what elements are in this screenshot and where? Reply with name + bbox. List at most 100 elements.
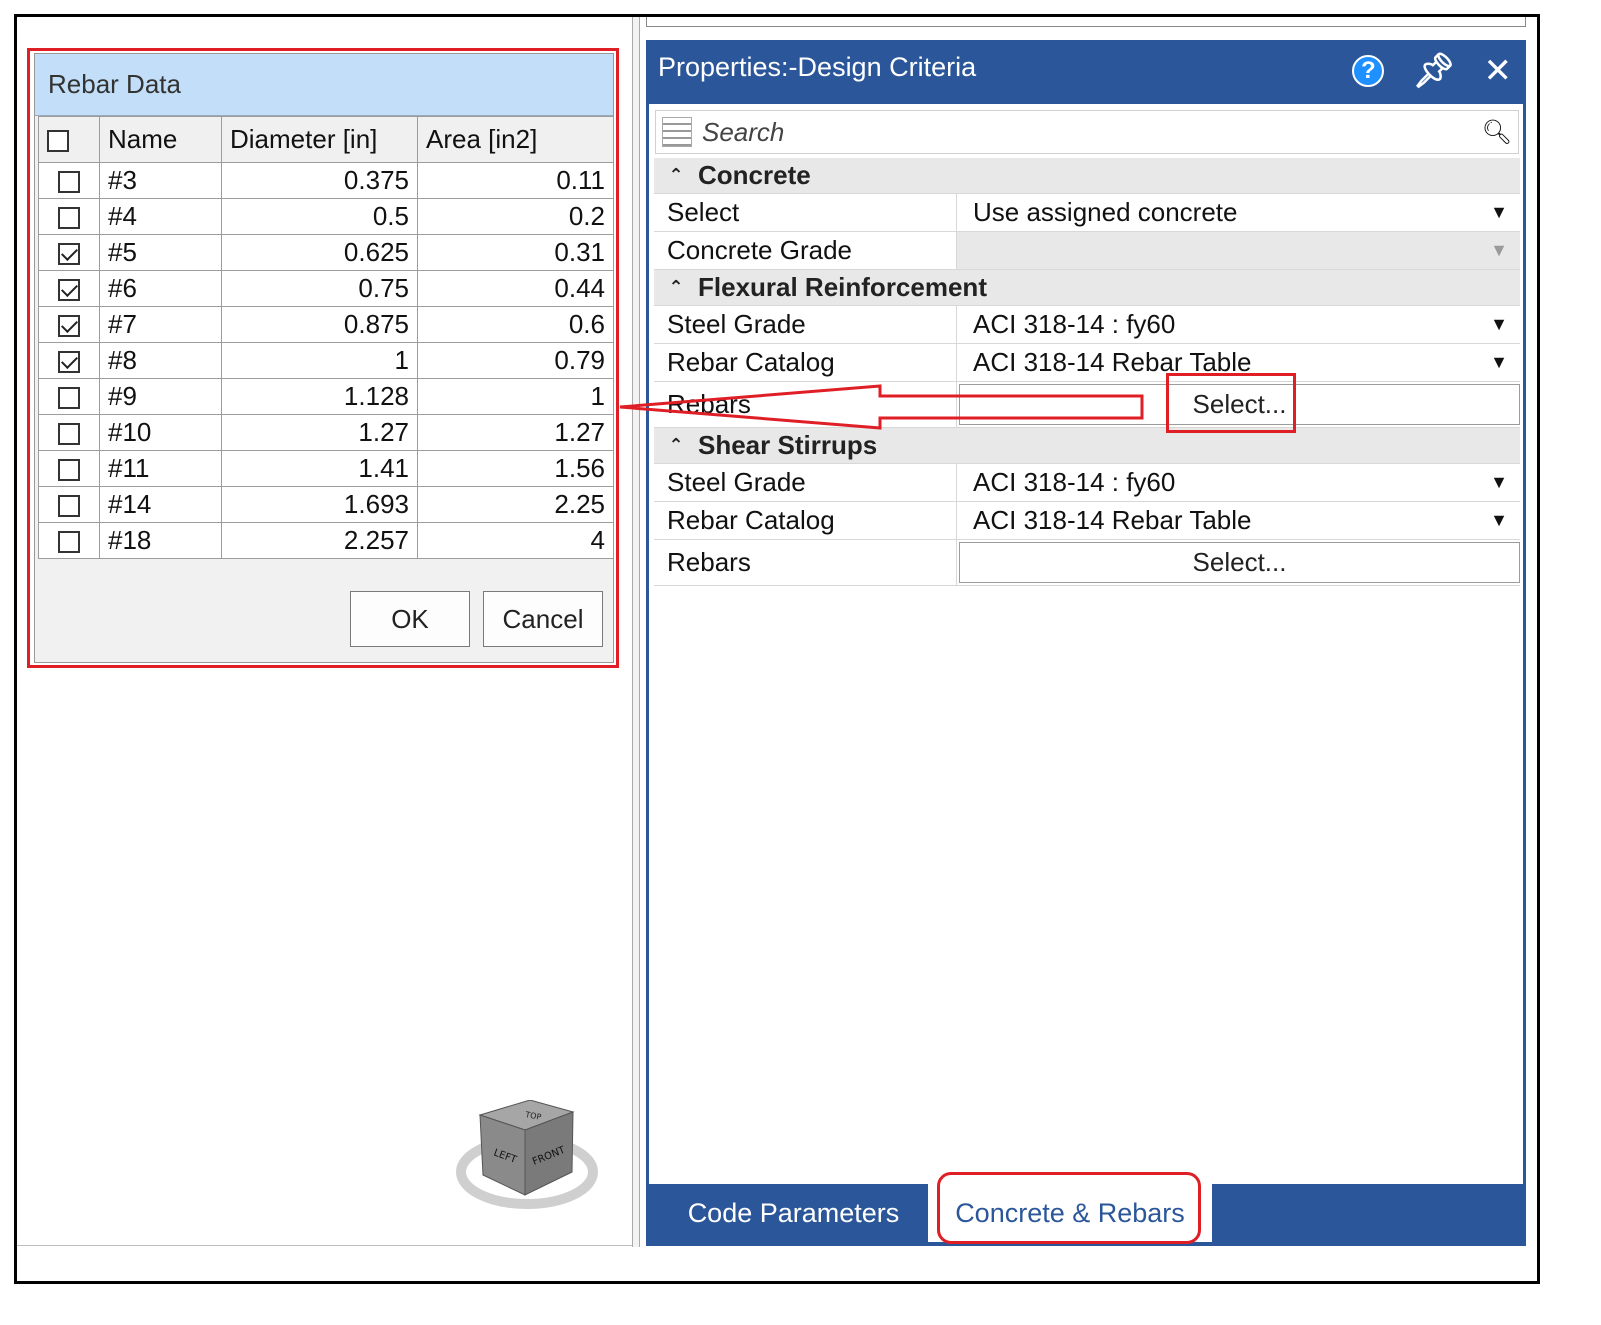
search-input[interactable]: Search	[702, 117, 1482, 148]
property-name: Rebar Catalog	[654, 502, 957, 539]
row-checkbox[interactable]	[58, 207, 80, 230]
chevron-up-icon[interactable]: ⌃	[654, 277, 698, 298]
table-row[interactable]: #18 2.257 4	[38, 522, 614, 559]
cell-area: 1	[417, 378, 614, 415]
cell-name: #8	[99, 342, 222, 379]
search-icon[interactable]: 🔍︎	[1482, 118, 1512, 147]
cell-area: 0.79	[417, 342, 614, 379]
property-name: Steel Grade	[654, 306, 957, 343]
cell-name: #3	[99, 162, 222, 199]
property-row-rebar-catalog: Rebar Catalog ACI 318-14 Rebar Table ▼	[654, 344, 1520, 382]
dialog-buttons: OK Cancel	[350, 591, 603, 647]
cell-area: 0.11	[417, 162, 614, 199]
cell-name: #6	[99, 270, 222, 307]
cell-area: 0.2	[417, 198, 614, 235]
select-all-checkbox[interactable]	[47, 130, 69, 153]
search-bar: Search 🔍︎	[655, 110, 1519, 154]
property-value: Use assigned concrete	[973, 197, 1238, 227]
steel-grade-dropdown[interactable]: ACI 318-14 : fy60 ▼	[957, 306, 1520, 343]
table-row[interactable]: #14 1.693 2.25	[38, 486, 614, 523]
table-row[interactable]: #3 0.375 0.11	[38, 162, 614, 199]
dropdown-arrow-icon[interactable]: ▼	[1490, 202, 1508, 223]
row-checkbox-cell	[38, 522, 100, 559]
rebar-data-dialog: Rebar Data Name Diameter [in] Area [in2]…	[34, 53, 614, 663]
table-row[interactable]: #5 0.625 0.31	[38, 234, 614, 271]
dropdown-arrow-icon[interactable]: ▼	[1490, 352, 1508, 373]
table-row[interactable]: #7 0.875 0.6	[38, 306, 614, 343]
panel-tabs: Code Parameters Concrete & Rebars	[646, 1184, 1526, 1246]
property-name: Rebars	[654, 540, 957, 585]
cell-area: 1.56	[417, 450, 614, 487]
cell-name: #5	[99, 234, 222, 271]
row-checkbox[interactable]	[58, 531, 80, 554]
property-name: Concrete Grade	[654, 232, 957, 269]
property-row-steel-grade: Steel Grade ACI 318-14 : fy60 ▼	[654, 464, 1520, 502]
row-checkbox[interactable]	[58, 423, 80, 446]
category-concrete[interactable]: ⌃ Concrete	[654, 158, 1520, 194]
concrete-select-dropdown[interactable]: Use assigned concrete ▼	[957, 194, 1520, 231]
shear-steel-grade-dropdown[interactable]: ACI 318-14 : fy60 ▼	[957, 464, 1520, 501]
property-grid: ⌃ Concrete Select Use assigned concrete …	[654, 158, 1520, 586]
cell-name: #9	[99, 378, 222, 415]
row-checkbox-cell	[38, 162, 100, 199]
property-value: ACI 318-14 : fy60	[973, 467, 1176, 497]
row-checkbox[interactable]	[58, 351, 80, 374]
help-icon[interactable]: ?	[1352, 55, 1385, 87]
rebar-catalog-dropdown[interactable]: ACI 318-14 Rebar Table ▼	[957, 344, 1520, 381]
property-row-select: Select Use assigned concrete ▼	[654, 194, 1520, 232]
table-row[interactable]: #9 1.128 1	[38, 378, 614, 415]
table-row[interactable]: #11 1.41 1.56	[38, 450, 614, 487]
cell-area: 2.25	[417, 486, 614, 523]
cell-diameter: 0.5	[221, 198, 418, 235]
cell-diameter: 1.693	[221, 486, 418, 523]
dropdown-arrow-icon[interactable]: ▼	[1490, 472, 1508, 493]
list-view-icon[interactable]	[662, 117, 692, 147]
property-row-concrete-grade: Concrete Grade ▼	[654, 232, 1520, 270]
chevron-up-icon[interactable]: ⌃	[654, 165, 698, 186]
column-header-name[interactable]: Name	[99, 116, 222, 163]
column-header-area[interactable]: Area [in2]	[417, 116, 614, 163]
row-checkbox[interactable]	[58, 387, 80, 410]
table-row[interactable]: #8 1 0.79	[38, 342, 614, 379]
row-checkbox[interactable]	[58, 495, 80, 518]
rebar-table: Name Diameter [in] Area [in2] #3 0.375 0.1…	[38, 116, 614, 559]
cell-diameter: 0.375	[221, 162, 418, 199]
rebar-table-body: #3 0.375 0.11 #4 0.5 0.2 #5 0.625 0.31 #6 0.75 0.44…	[38, 162, 614, 559]
property-name: Select	[654, 194, 957, 231]
category-shear-stirrups[interactable]: ⌃ Shear Stirrups	[654, 428, 1520, 464]
row-checkbox-cell	[38, 378, 100, 415]
column-header-diameter[interactable]: Diameter [in]	[221, 116, 418, 163]
row-checkbox[interactable]	[58, 315, 80, 338]
flexural-rebars-select-button[interactable]: Select...	[959, 384, 1520, 425]
viewcube-icon[interactable]: TOP LEFT FRONT	[455, 1100, 600, 1215]
row-checkbox[interactable]	[58, 243, 80, 266]
view-bottom-border	[17, 1245, 635, 1246]
cell-area: 0.31	[417, 234, 614, 271]
cell-diameter: 1	[221, 342, 418, 379]
row-checkbox[interactable]	[58, 459, 80, 482]
ok-button[interactable]: OK	[350, 591, 470, 647]
category-flexural-reinforcement[interactable]: ⌃ Flexural Reinforcement	[654, 270, 1520, 306]
shear-rebar-catalog-dropdown[interactable]: ACI 318-14 Rebar Table ▼	[957, 502, 1520, 539]
table-row[interactable]: #6 0.75 0.44	[38, 270, 614, 307]
cancel-button[interactable]: Cancel	[483, 591, 603, 647]
shear-rebars-select-button[interactable]: Select...	[959, 542, 1520, 583]
cell-area: 4	[417, 522, 614, 559]
property-grid-container: Search 🔍︎ ⌃ Concrete Select Use assigned…	[649, 104, 1523, 1184]
pane-splitter[interactable]	[632, 17, 640, 1247]
close-icon[interactable]: ✕	[1484, 54, 1513, 88]
pin-icon[interactable]: 📌︎	[1412, 54, 1455, 88]
dropdown-arrow-icon[interactable]: ▼	[1490, 314, 1508, 335]
table-row[interactable]: #10 1.27 1.27	[38, 414, 614, 451]
row-checkbox-cell	[38, 234, 100, 271]
tab-concrete-rebars[interactable]: Concrete & Rebars	[928, 1184, 1212, 1242]
table-row[interactable]: #4 0.5 0.2	[38, 198, 614, 235]
property-row-rebar-catalog: Rebar Catalog ACI 318-14 Rebar Table ▼	[654, 502, 1520, 540]
row-checkbox[interactable]	[58, 171, 80, 194]
cell-area: 0.44	[417, 270, 614, 307]
cell-diameter: 0.625	[221, 234, 418, 271]
tab-code-parameters[interactable]: Code Parameters	[666, 1184, 921, 1242]
chevron-up-icon[interactable]: ⌃	[654, 435, 698, 456]
row-checkbox[interactable]	[58, 279, 80, 302]
dropdown-arrow-icon[interactable]: ▼	[1490, 510, 1508, 531]
